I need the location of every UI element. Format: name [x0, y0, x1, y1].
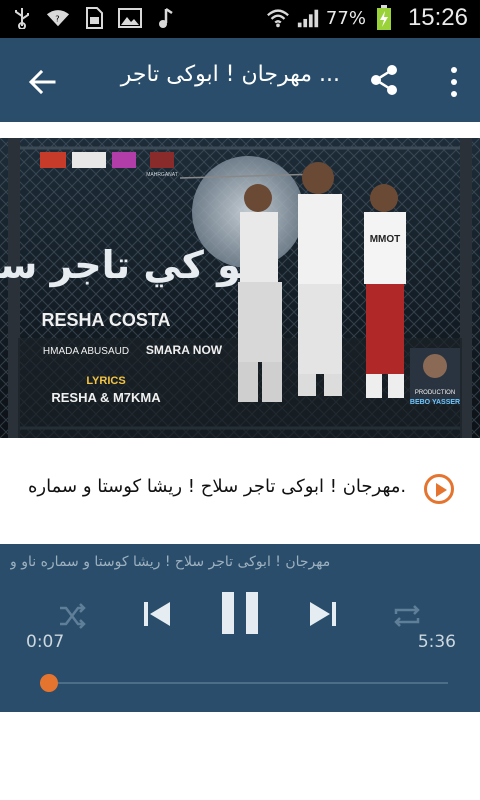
app-bar: مهرجان ! ابوكى تاجر ...	[0, 38, 480, 122]
seek-bar[interactable]	[39, 674, 448, 692]
poster-shirt-text: MMOT	[370, 234, 401, 245]
poster-feat-left: HMADA ABUSAUD	[43, 346, 129, 357]
next-icon[interactable]	[306, 596, 342, 636]
track-list-item[interactable]: مهرجان ! ابوكى تاجر سلاح ! ريشا كوستا و …	[0, 438, 480, 544]
poster-lyrics-label: LYRICS	[86, 375, 125, 387]
svg-text:?: ?	[55, 14, 59, 24]
play-circle-icon[interactable]	[424, 474, 454, 504]
back-arrow-icon[interactable]	[24, 64, 60, 100]
poster-title: ابو كي تاجر سلاح	[0, 243, 268, 287]
usb-icon	[10, 6, 34, 30]
shuffle-icon[interactable]	[56, 600, 88, 636]
player-panel: مهرجان ! ابوكى تاجر سلاح ! ريشا كوستا و …	[0, 544, 480, 712]
poster-lyrics-names: RESHA & M7KMA	[51, 390, 161, 405]
cell-signal-icon	[296, 6, 320, 30]
artists-figures	[238, 162, 406, 402]
music-note-icon	[154, 6, 178, 30]
more-options-icon[interactable]	[448, 64, 460, 100]
track-title: مهرجان ! ابوكى تاجر سلاح ! ريشا كوستا و …	[28, 476, 408, 497]
status-bar: ? 77% 15:26	[0, 0, 480, 38]
poster-production-name: BEBO YASSER	[410, 399, 460, 406]
share-icon[interactable]	[366, 62, 402, 98]
clock: 15:26	[407, 4, 468, 31]
poster-feat-right: SMARA NOW	[146, 343, 223, 357]
repeat-icon[interactable]	[390, 600, 424, 636]
elapsed-time: 0:07	[26, 632, 65, 652]
previous-icon[interactable]	[138, 596, 174, 636]
wifi-signal-icon	[266, 6, 290, 30]
battery-percent: 77%	[325, 7, 366, 29]
total-duration: 5:36	[417, 632, 456, 652]
video-thumbnail[interactable]: MAHRGANAT ابو كي تاجر سلاح RESHA COSTA H…	[0, 138, 480, 438]
poster-artist: RESHA COSTA	[41, 310, 170, 330]
logo-label: MAHRGANAT	[146, 172, 178, 178]
seek-thumb[interactable]	[39, 674, 58, 692]
playback-controls	[0, 592, 480, 642]
pause-icon[interactable]	[218, 590, 262, 640]
now-playing-title: مهرجان ! ابوكى تاجر سلاح ! ريشا كوستا و …	[10, 554, 330, 570]
sim-icon	[82, 6, 106, 30]
battery-charging-icon	[372, 5, 396, 30]
page-title: مهرجان ! ابوكى تاجر ...	[120, 62, 340, 87]
spacer	[0, 122, 480, 138]
wifi-icon: ?	[46, 6, 70, 30]
gallery-icon	[118, 6, 142, 30]
thumbnail-art: MAHRGANAT ابو كي تاجر سلاح RESHA COSTA H…	[0, 138, 480, 438]
poster-production-label: PRODUCTION	[415, 390, 455, 396]
